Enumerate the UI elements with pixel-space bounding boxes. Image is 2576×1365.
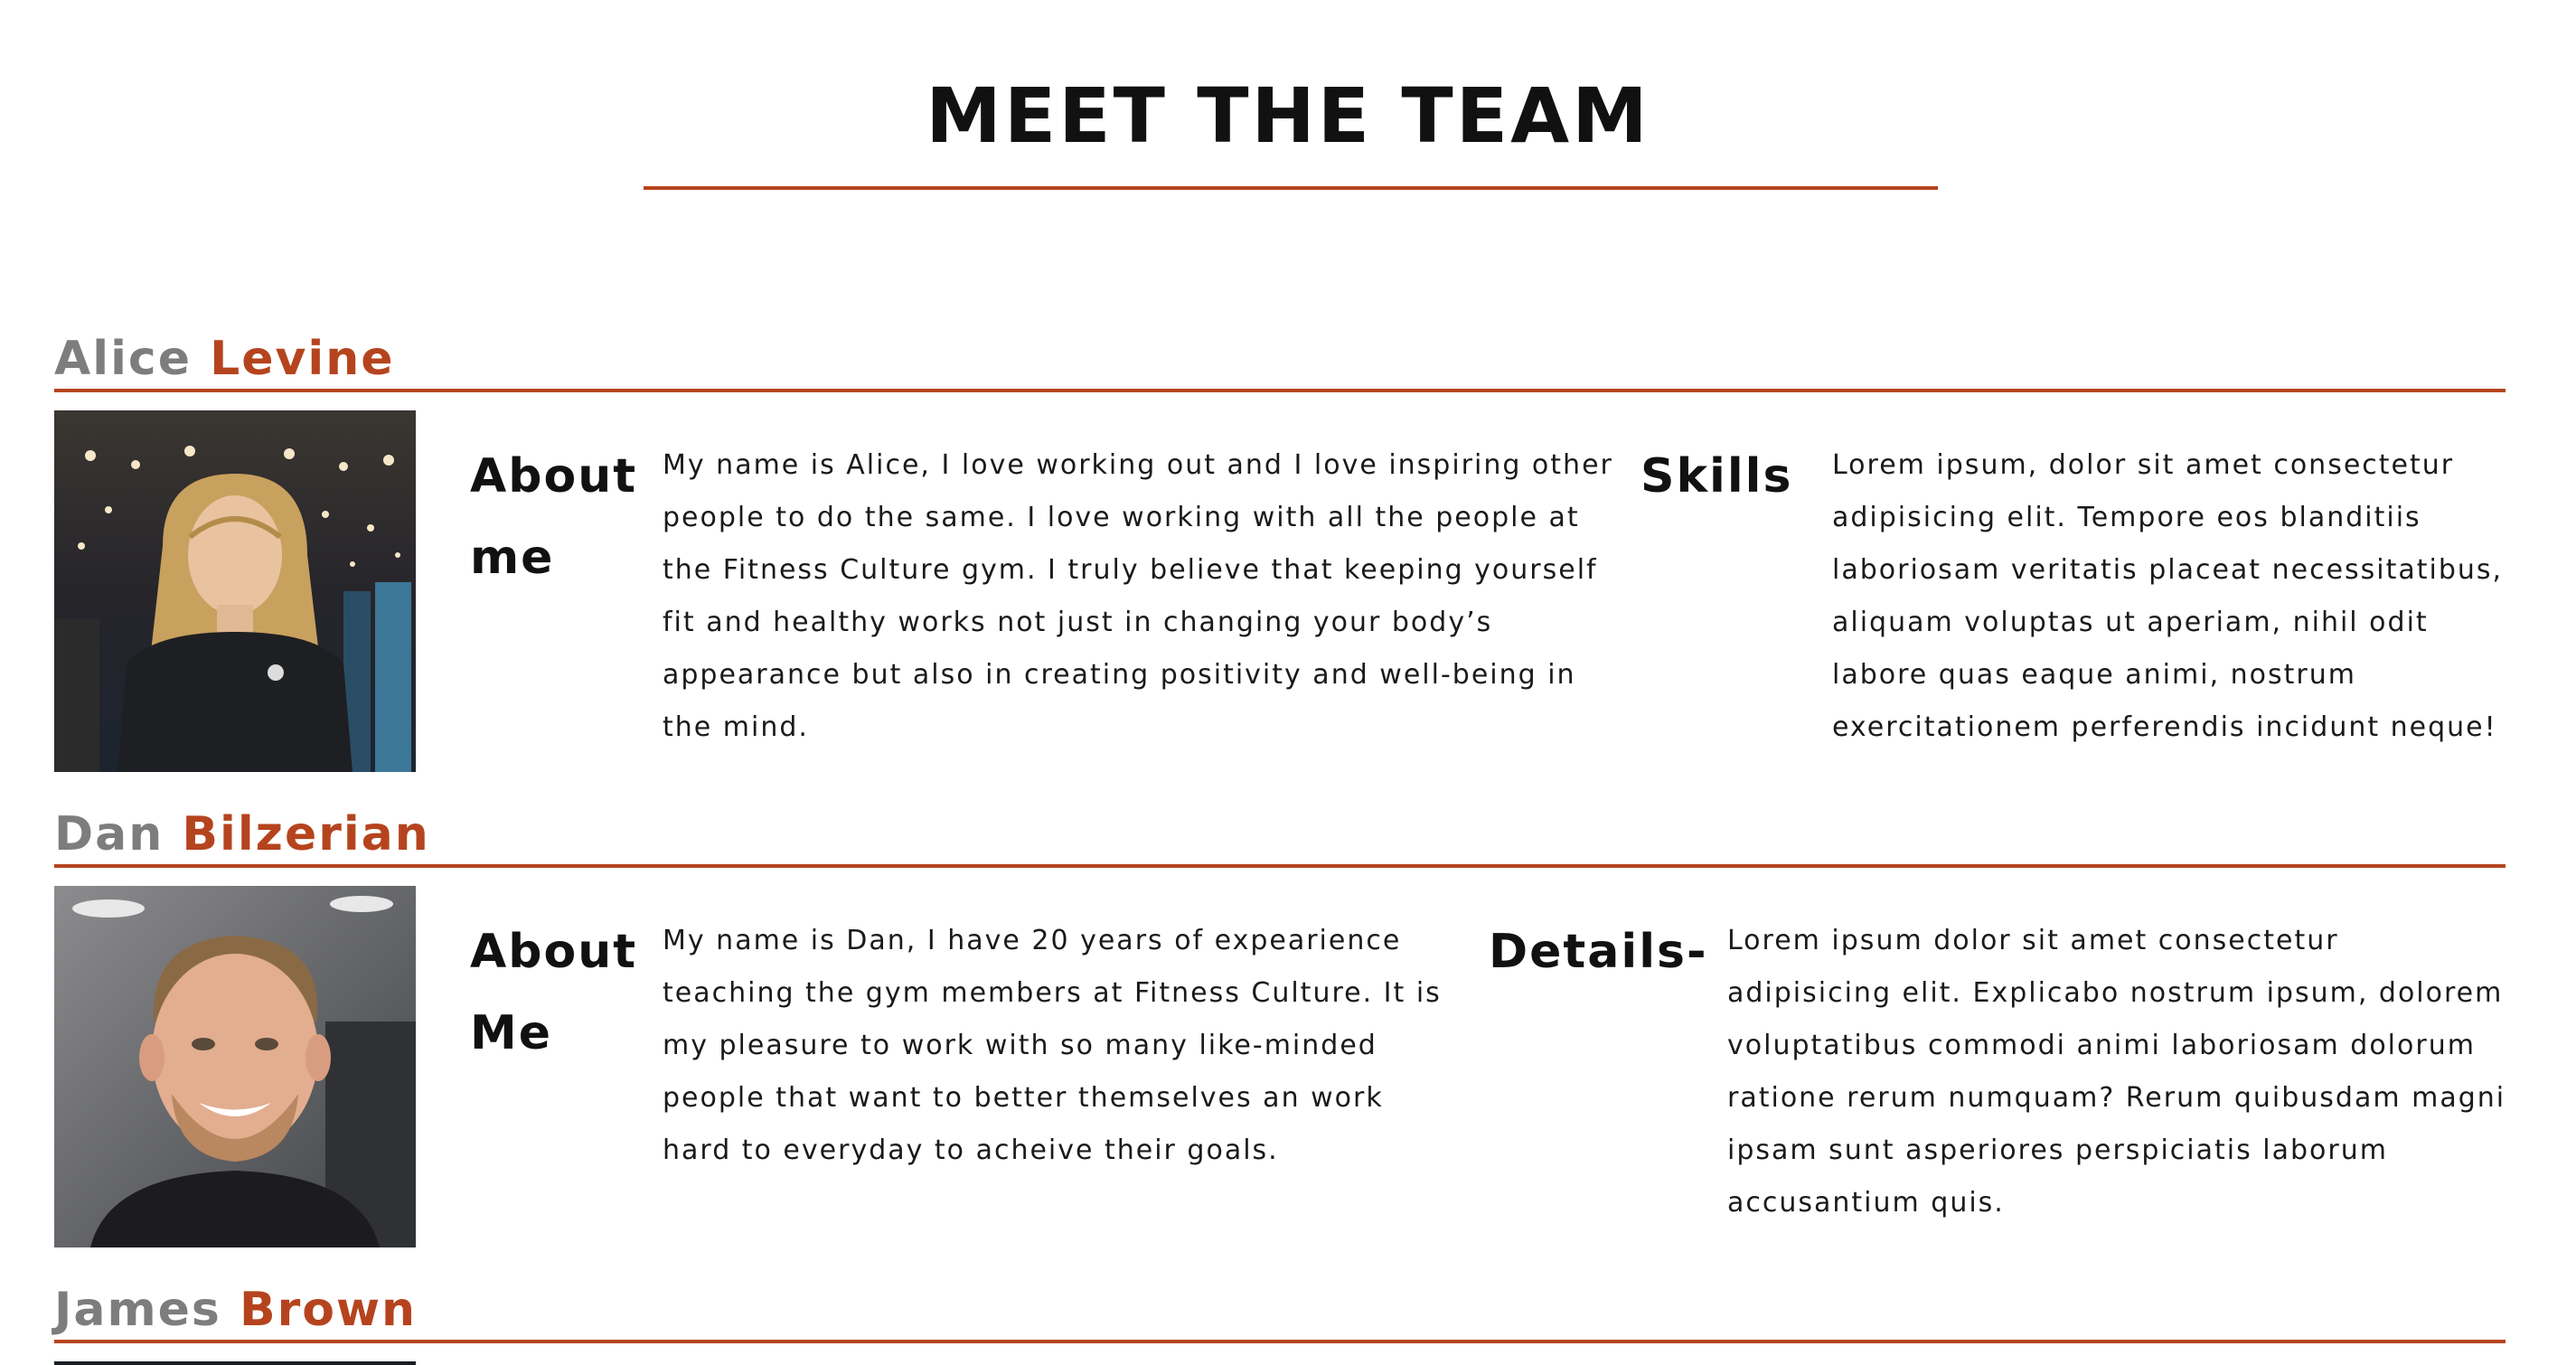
member-last-name: Brown	[239, 1283, 418, 1337]
title-underline	[644, 186, 1938, 190]
skills-label: Skills	[1641, 449, 1793, 504]
member-name: James Brown	[54, 1278, 417, 1341]
skills-text: Lorem ipsum, dolor sit amet consectetur …	[1832, 449, 2504, 743]
member-photo	[54, 886, 416, 1247]
about-text: My name is Alice, I love working out and…	[663, 449, 1613, 743]
member-name: Dan Bilzerian	[54, 803, 430, 866]
details-label: Details-	[1489, 925, 1708, 979]
member-first-name: Alice	[54, 332, 192, 386]
member-photo	[54, 1361, 416, 1365]
member-divider	[54, 864, 2505, 868]
team-member-dan: Dan Bilzerian About Me My name is Dan, I…	[54, 803, 2513, 1255]
member-divider	[54, 389, 2505, 392]
about-label: About Me	[470, 925, 638, 1060]
page-title: MEET THE TEAM	[926, 71, 1650, 160]
team-page: MEET THE TEAM Alice Levine About me My n…	[0, 0, 2576, 1365]
person-photo-icon	[54, 1361, 416, 1365]
member-last-name: Levine	[210, 332, 395, 386]
member-first-name: James	[54, 1283, 221, 1337]
about-label: About me	[470, 449, 638, 585]
details-text: Lorem ipsum dolor sit amet consectetur a…	[1727, 925, 2506, 1219]
member-last-name: Bilzerian	[182, 807, 430, 861]
person-photo-icon	[54, 410, 416, 772]
team-member-alice: Alice Levine About me My name is Alice, …	[54, 327, 2513, 779]
person-photo-icon	[54, 886, 416, 1247]
member-divider	[54, 1340, 2505, 1343]
about-text: My name is Dan, I have 20 years of expea…	[663, 925, 1442, 1166]
member-photo	[54, 410, 416, 772]
member-first-name: Dan	[54, 807, 165, 861]
member-name: Alice Levine	[54, 327, 395, 391]
team-member-james: James Brown	[54, 1278, 2513, 1365]
